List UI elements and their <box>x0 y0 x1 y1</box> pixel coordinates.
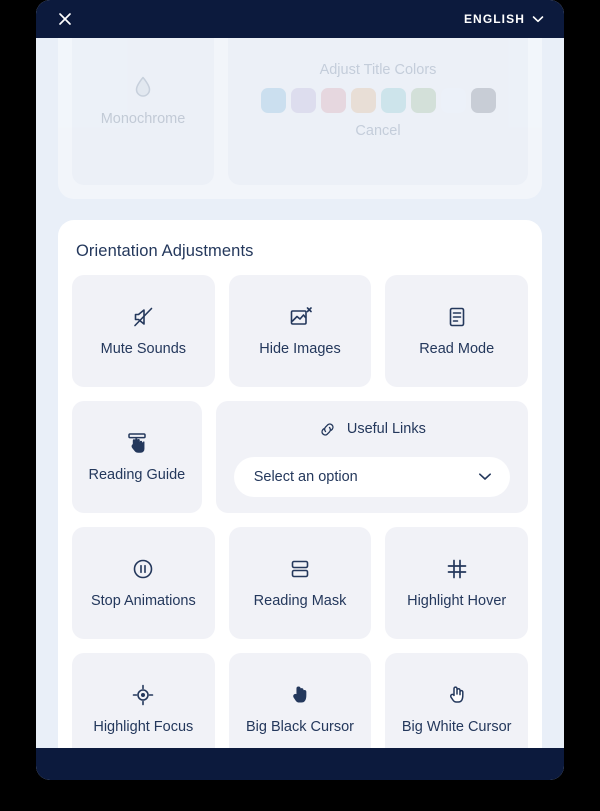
tile-read-mode[interactable]: Read Mode <box>385 275 529 387</box>
section-title: Orientation Adjustments <box>76 242 254 260</box>
tile-reading-mask[interactable]: Reading Mask <box>228 527 372 639</box>
useful-links-header: Useful Links <box>318 417 426 441</box>
color-swatch-row <box>260 88 496 113</box>
useful-links-label: Useful Links <box>346 421 426 437</box>
tile-row: Stop Animations Reading Mask Highlight H… <box>72 527 529 639</box>
close-icon <box>57 11 73 27</box>
color-adjustments-card: Monochrome Adjust Title Colors Cancel <box>58 38 542 199</box>
tile-row: Reading Guide Useful Links Select an opt… <box>72 401 528 513</box>
useful-links-tile: Useful Links Select an option <box>215 401 528 513</box>
reading-mask-icon <box>288 557 312 581</box>
tile-label: Mute Sounds <box>100 341 187 358</box>
highlight-focus-icon <box>131 683 155 707</box>
widget-footer <box>36 748 564 780</box>
reading-guide-icon <box>125 431 149 455</box>
swatch-lavender[interactable] <box>290 88 316 113</box>
big-white-cursor-icon <box>445 683 469 707</box>
pause-circle-icon <box>131 557 155 581</box>
mute-sounds-icon <box>131 305 155 329</box>
language-label: ENGLISH <box>463 12 525 26</box>
close-button[interactable] <box>54 8 76 30</box>
tile-label: Reading Mask <box>253 593 347 610</box>
tile-label: Big Black Cursor <box>246 719 354 736</box>
select-value: Select an option <box>253 469 358 485</box>
tile-label: Highlight Hover <box>407 593 507 610</box>
tile-reading-guide[interactable]: Reading Guide <box>72 401 202 513</box>
tile-label: Reading Guide <box>88 467 186 484</box>
widget-header: ENGLISH <box>36 0 564 38</box>
language-selector[interactable]: ENGLISH <box>464 10 544 28</box>
accessibility-widget-modal: ENGLISH Monochrome Adjust Title Colors C… <box>36 0 564 780</box>
swatch-teal[interactable] <box>380 88 406 113</box>
tile-row: Highlight Focus Big Black Cursor Big Whi… <box>72 653 529 748</box>
tile-big-white-cursor[interactable]: Big White Cursor <box>385 653 529 748</box>
cancel-button[interactable]: Cancel <box>355 123 400 139</box>
swatch-gray[interactable] <box>470 88 496 113</box>
read-mode-icon <box>445 305 469 329</box>
tile-highlight-hover[interactable]: Highlight Hover <box>385 527 529 639</box>
tile-highlight-focus[interactable]: Highlight Focus <box>72 653 215 748</box>
tile-label: Big White Cursor <box>401 719 512 736</box>
swatch-pink[interactable] <box>320 88 346 113</box>
monochrome-label: Monochrome <box>100 110 186 127</box>
tile-label: Stop Animations <box>90 593 196 610</box>
swatch-sage[interactable] <box>410 88 436 113</box>
hide-images-icon <box>288 305 312 329</box>
swatch-blue[interactable] <box>260 88 286 113</box>
tile-big-black-cursor[interactable]: Big Black Cursor <box>228 653 372 748</box>
droplet-icon <box>132 75 154 99</box>
swatch-peach[interactable] <box>350 88 376 113</box>
tile-label: Highlight Focus <box>93 719 194 736</box>
orientation-adjustments-card: Orientation Adjustments Mute Sounds Hide… <box>58 220 542 748</box>
monochrome-tile[interactable]: Monochrome <box>72 38 214 185</box>
chevron-down-icon <box>478 468 492 486</box>
adjust-title-colors-tile: Adjust Title Colors Cancel <box>228 38 528 185</box>
big-black-cursor-icon <box>288 683 312 707</box>
tile-label: Hide Images <box>259 341 341 358</box>
tile-stop-animations[interactable]: Stop Animations <box>72 527 215 639</box>
useful-links-dropdown[interactable]: Select an option <box>233 457 510 497</box>
tile-mute-sounds[interactable]: Mute Sounds <box>72 275 215 387</box>
link-icon <box>318 417 337 441</box>
chevron-down-icon <box>532 10 544 28</box>
widget-scroll-body[interactable]: Monochrome Adjust Title Colors Cancel Or… <box>36 38 564 748</box>
tile-hide-images[interactable]: Hide Images <box>228 275 372 387</box>
tile-label: Read Mode <box>419 341 495 358</box>
swatch-white[interactable] <box>440 88 466 113</box>
tile-row: Mute Sounds Hide Images Read Mode <box>72 275 529 387</box>
adjust-title-colors-label: Adjust Title Colors <box>319 62 437 78</box>
highlight-hover-icon <box>445 557 469 581</box>
